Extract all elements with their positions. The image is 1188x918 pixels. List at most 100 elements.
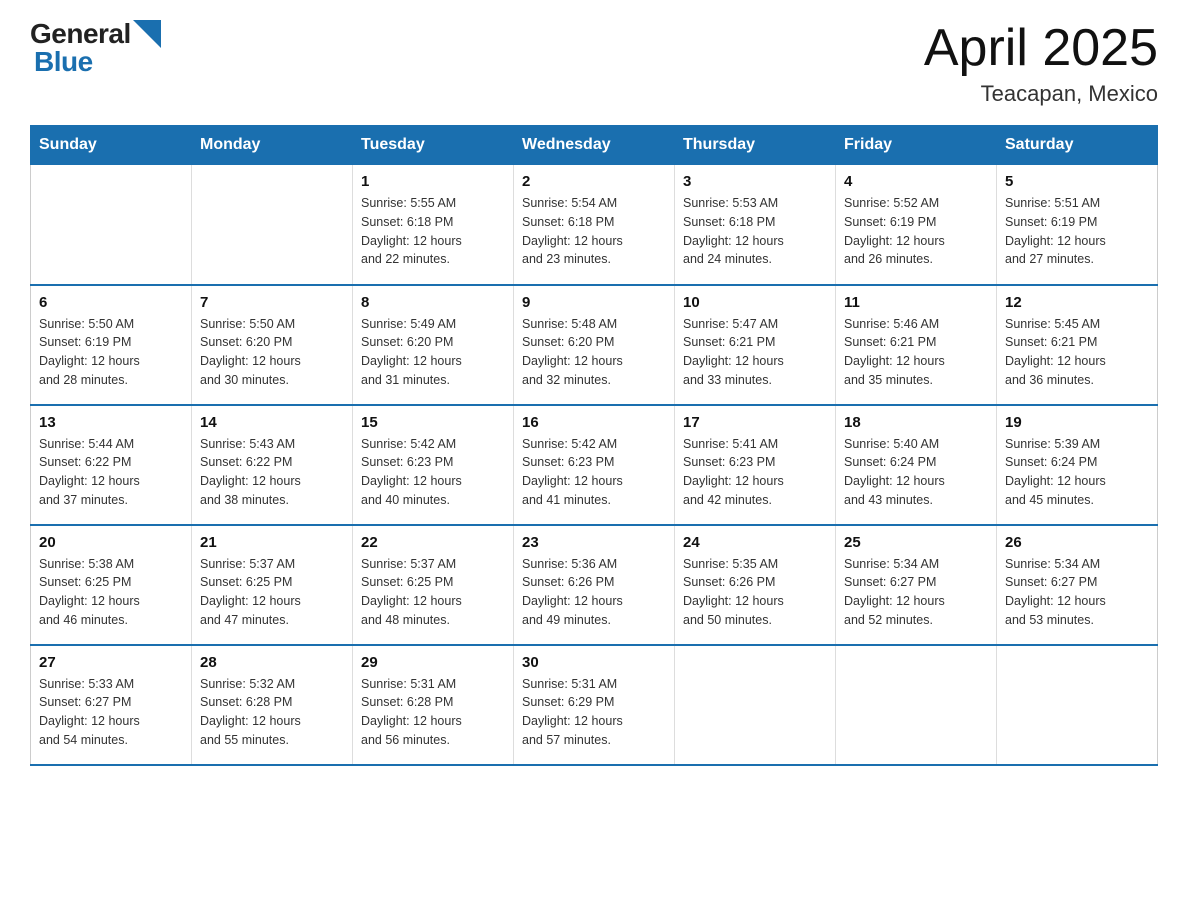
day-cell: 21 Sunrise: 5:37 AM Sunset: 6:25 PM Dayli… [192, 525, 353, 645]
day-cell: 1 Sunrise: 5:55 AM Sunset: 6:18 PM Daylig… [353, 165, 514, 285]
day-number: 13 [39, 414, 183, 431]
day-number: 5 [1005, 173, 1149, 190]
day-cell: 18 Sunrise: 5:40 AM Sunset: 6:24 PM Dayli… [836, 405, 997, 525]
day-info: Sunrise: 5:37 AM Sunset: 6:25 PM Dayligh… [200, 555, 344, 630]
day-info: Sunrise: 5:44 AM Sunset: 6:22 PM Dayligh… [39, 435, 183, 510]
day-cell: 24 Sunrise: 5:35 AM Sunset: 6:26 PM Dayli… [675, 525, 836, 645]
day-cell: 19 Sunrise: 5:39 AM Sunset: 6:24 PM Dayli… [997, 405, 1158, 525]
day-number: 10 [683, 294, 827, 311]
day-cell: 6 Sunrise: 5:50 AM Sunset: 6:19 PM Daylig… [31, 285, 192, 405]
day-info: Sunrise: 5:39 AM Sunset: 6:24 PM Dayligh… [1005, 435, 1149, 510]
day-number: 7 [200, 294, 344, 311]
logo-blue: Blue [34, 48, 161, 76]
day-info: Sunrise: 5:32 AM Sunset: 6:28 PM Dayligh… [200, 675, 344, 750]
day-cell: 12 Sunrise: 5:45 AM Sunset: 6:21 PM Dayli… [997, 285, 1158, 405]
day-number: 6 [39, 294, 183, 311]
day-cell: 4 Sunrise: 5:52 AM Sunset: 6:19 PM Daylig… [836, 165, 997, 285]
day-info: Sunrise: 5:40 AM Sunset: 6:24 PM Dayligh… [844, 435, 988, 510]
day-info: Sunrise: 5:47 AM Sunset: 6:21 PM Dayligh… [683, 315, 827, 390]
calendar-table: SundayMondayTuesdayWednesdayThursdayFrid… [30, 125, 1158, 766]
day-info: Sunrise: 5:37 AM Sunset: 6:25 PM Dayligh… [361, 555, 505, 630]
day-number: 24 [683, 534, 827, 551]
day-info: Sunrise: 5:53 AM Sunset: 6:18 PM Dayligh… [683, 194, 827, 269]
day-info: Sunrise: 5:34 AM Sunset: 6:27 PM Dayligh… [1005, 555, 1149, 630]
day-info: Sunrise: 5:31 AM Sunset: 6:28 PM Dayligh… [361, 675, 505, 750]
day-number: 17 [683, 414, 827, 431]
day-number: 14 [200, 414, 344, 431]
day-info: Sunrise: 5:50 AM Sunset: 6:20 PM Dayligh… [200, 315, 344, 390]
day-number: 27 [39, 654, 183, 671]
day-number: 30 [522, 654, 666, 671]
day-cell: 9 Sunrise: 5:48 AM Sunset: 6:20 PM Daylig… [514, 285, 675, 405]
day-cell [997, 645, 1158, 765]
day-info: Sunrise: 5:42 AM Sunset: 6:23 PM Dayligh… [361, 435, 505, 510]
header-row: SundayMondayTuesdayWednesdayThursdayFrid… [31, 126, 1158, 165]
day-info: Sunrise: 5:45 AM Sunset: 6:21 PM Dayligh… [1005, 315, 1149, 390]
day-number: 23 [522, 534, 666, 551]
day-number: 2 [522, 173, 666, 190]
logo-triangle-icon [133, 20, 161, 48]
day-cell: 22 Sunrise: 5:37 AM Sunset: 6:25 PM Dayli… [353, 525, 514, 645]
header-cell-monday: Monday [192, 126, 353, 165]
day-cell [31, 165, 192, 285]
day-info: Sunrise: 5:41 AM Sunset: 6:23 PM Dayligh… [683, 435, 827, 510]
day-info: Sunrise: 5:50 AM Sunset: 6:19 PM Dayligh… [39, 315, 183, 390]
week-row-4: 20 Sunrise: 5:38 AM Sunset: 6:25 PM Dayli… [31, 525, 1158, 645]
day-info: Sunrise: 5:51 AM Sunset: 6:19 PM Dayligh… [1005, 194, 1149, 269]
day-cell: 29 Sunrise: 5:31 AM Sunset: 6:28 PM Dayli… [353, 645, 514, 765]
header-cell-wednesday: Wednesday [514, 126, 675, 165]
day-cell: 11 Sunrise: 5:46 AM Sunset: 6:21 PM Dayli… [836, 285, 997, 405]
day-cell: 27 Sunrise: 5:33 AM Sunset: 6:27 PM Dayli… [31, 645, 192, 765]
day-number: 15 [361, 414, 505, 431]
day-cell: 23 Sunrise: 5:36 AM Sunset: 6:26 PM Dayli… [514, 525, 675, 645]
day-info: Sunrise: 5:42 AM Sunset: 6:23 PM Dayligh… [522, 435, 666, 510]
day-info: Sunrise: 5:52 AM Sunset: 6:19 PM Dayligh… [844, 194, 988, 269]
day-number: 1 [361, 173, 505, 190]
day-cell: 28Sunrise: 5:32 AM Sunset: 6:28 PM Dayli… [192, 645, 353, 765]
day-cell: 25 Sunrise: 5:34 AM Sunset: 6:27 PM Dayli… [836, 525, 997, 645]
day-number: 18 [844, 414, 988, 431]
day-info: Sunrise: 5:33 AM Sunset: 6:27 PM Dayligh… [39, 675, 183, 750]
day-info: Sunrise: 5:55 AM Sunset: 6:18 PM Dayligh… [361, 194, 505, 269]
day-number: 11 [844, 294, 988, 311]
week-row-5: 27 Sunrise: 5:33 AM Sunset: 6:27 PM Dayli… [31, 645, 1158, 765]
day-number: 25 [844, 534, 988, 551]
day-info: Sunrise: 5:46 AM Sunset: 6:21 PM Dayligh… [844, 315, 988, 390]
day-info: Sunrise: 5:34 AM Sunset: 6:27 PM Dayligh… [844, 555, 988, 630]
day-cell: 8Sunrise: 5:49 AM Sunset: 6:20 PM Daylig… [353, 285, 514, 405]
day-cell: 3Sunrise: 5:53 AM Sunset: 6:18 PM Daylig… [675, 165, 836, 285]
day-info: Sunrise: 5:54 AM Sunset: 6:18 PM Dayligh… [522, 194, 666, 269]
day-info: Sunrise: 5:36 AM Sunset: 6:26 PM Dayligh… [522, 555, 666, 630]
day-cell [836, 645, 997, 765]
day-number: 12 [1005, 294, 1149, 311]
day-number: 4 [844, 173, 988, 190]
day-number: 20 [39, 534, 183, 551]
day-cell: 17 Sunrise: 5:41 AM Sunset: 6:23 PM Dayli… [675, 405, 836, 525]
day-number: 26 [1005, 534, 1149, 551]
logo: General Blue [30, 20, 161, 76]
day-number: 22 [361, 534, 505, 551]
header-cell-thursday: Thursday [675, 126, 836, 165]
day-number: 9 [522, 294, 666, 311]
day-number: 21 [200, 534, 344, 551]
day-number: 29 [361, 654, 505, 671]
day-cell: 14 Sunrise: 5:43 AM Sunset: 6:22 PM Dayli… [192, 405, 353, 525]
day-cell: 20 Sunrise: 5:38 AM Sunset: 6:25 PM Dayli… [31, 525, 192, 645]
day-info: Sunrise: 5:48 AM Sunset: 6:20 PM Dayligh… [522, 315, 666, 390]
day-info: Sunrise: 5:35 AM Sunset: 6:26 PM Dayligh… [683, 555, 827, 630]
calendar-subtitle: Teacapan, Mexico [924, 81, 1158, 107]
day-cell: 16 Sunrise: 5:42 AM Sunset: 6:23 PM Dayli… [514, 405, 675, 525]
week-row-3: 13 Sunrise: 5:44 AM Sunset: 6:22 PM Dayli… [31, 405, 1158, 525]
day-info: Sunrise: 5:43 AM Sunset: 6:22 PM Dayligh… [200, 435, 344, 510]
day-info: Sunrise: 5:31 AM Sunset: 6:29 PM Dayligh… [522, 675, 666, 750]
title-block: April 2025 Teacapan, Mexico [924, 20, 1158, 107]
header-cell-saturday: Saturday [997, 126, 1158, 165]
logo-general: General [30, 20, 131, 48]
day-info: Sunrise: 5:38 AM Sunset: 6:25 PM Dayligh… [39, 555, 183, 630]
day-number: 16 [522, 414, 666, 431]
day-cell: 30 Sunrise: 5:31 AM Sunset: 6:29 PM Dayli… [514, 645, 675, 765]
day-number: 19 [1005, 414, 1149, 431]
header-cell-tuesday: Tuesday [353, 126, 514, 165]
week-row-2: 6 Sunrise: 5:50 AM Sunset: 6:19 PM Daylig… [31, 285, 1158, 405]
day-cell [192, 165, 353, 285]
